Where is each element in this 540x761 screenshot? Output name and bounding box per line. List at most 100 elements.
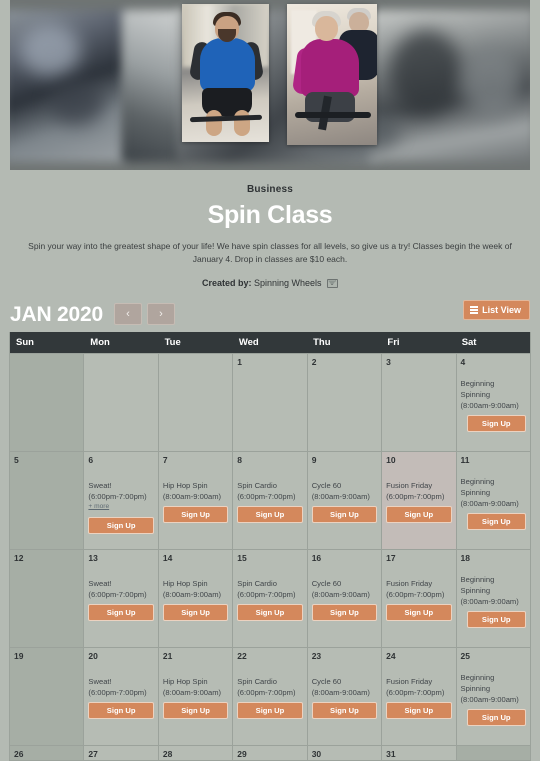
event-intro: Business Spin Class Spin your way into t…: [10, 170, 530, 289]
event-time: (8:00am-9:00am): [460, 499, 519, 509]
event-time: (8:00am-9:00am): [162, 590, 222, 600]
calendar-month-label: JAN 2020: [10, 302, 103, 326]
calendar-day-cell[interactable]: 25 Beginning Spinning (8:00am-9:00am) Sign …: [456, 648, 530, 746]
calendar-day-cell[interactable]: 13 Sweat! (6:00pm-7:00pm) Sign Up: [84, 550, 159, 648]
sign-up-button[interactable]: Sign Up: [237, 702, 303, 720]
more-events-link[interactable]: + more: [88, 502, 153, 513]
envelope-icon[interactable]: [327, 279, 339, 289]
event-name[interactable]: Cycle 60: [312, 676, 377, 687]
sign-up-button[interactable]: Sign Up: [466, 708, 526, 726]
event-name[interactable]: Beginning Spinning: [461, 672, 526, 695]
event-time: (6:00pm-7:00pm): [88, 590, 147, 600]
calendar-day-cell[interactable]: 9 Cycle 60 (8:00am-9:00am) Sign Up: [307, 452, 383, 550]
event-name[interactable]: Hip Hop Spin: [163, 578, 228, 589]
sign-up-button[interactable]: Sign Up: [237, 604, 303, 622]
calendar-day-cell[interactable]: 14 Hip Hop Spin (8:00am-9:00am) Sign Up: [158, 550, 234, 648]
event-name[interactable]: Cycle 60: [312, 480, 377, 491]
event-name[interactable]: Spin Cardio: [237, 480, 302, 491]
next-month-button[interactable]: ›: [146, 303, 175, 326]
sign-up-button[interactable]: Sign Up: [466, 610, 526, 628]
calendar-day-cell[interactable]: 3: [382, 354, 457, 452]
calendar-day-cell[interactable]: 17 Fusion Friday (6:00pm-7:00pm) Sign Up: [382, 550, 457, 648]
calendar-day-cell[interactable]: 27: [84, 746, 159, 761]
calendar-day-cell[interactable]: 28: [158, 746, 234, 761]
sign-up-button[interactable]: Sign Up: [88, 604, 154, 622]
sign-up-button[interactable]: Sign Up: [237, 506, 303, 524]
list-icon: [470, 306, 479, 315]
day-number: 7: [162, 455, 168, 466]
calendar-day-cell[interactable]: [456, 746, 530, 761]
event-name[interactable]: Cycle 60: [312, 578, 377, 589]
event-name[interactable]: Beginning Spinning: [461, 574, 526, 597]
day-number: 3: [386, 357, 391, 368]
calendar-day-cell[interactable]: 15 Spin Cardio (6:00pm-7:00pm) Sign Up: [233, 550, 308, 648]
sign-up-button[interactable]: Sign Up: [311, 702, 378, 720]
calendar-day-cell[interactable]: 4 Beginning Spinning (8:00am-9:00am) Sign U…: [456, 354, 530, 452]
sign-up-button[interactable]: Sign Up: [386, 506, 452, 524]
calendar-day-cell[interactable]: 6 Sweat! (6:00pm-7:00pm) + more Sign Up: [84, 452, 159, 550]
list-view-button[interactable]: List View: [463, 300, 530, 321]
calendar-nav: ‹ ›: [113, 303, 175, 326]
calendar-day-headers: Sun Mon Tue Wed Thu Fri Sat: [10, 332, 530, 354]
prev-month-button[interactable]: ‹: [113, 303, 142, 326]
day-number: 5: [14, 455, 19, 466]
day-header-wed: Wed: [238, 337, 259, 349]
calendar-day-cell[interactable]: [10, 354, 85, 452]
sign-up-button[interactable]: Sign Up: [88, 702, 154, 720]
calendar-day-cell[interactable]: 23 Cycle 60 (8:00am-9:00am) Sign Up: [307, 648, 383, 746]
calendar-day-cell[interactable]: 10 Fusion Friday (6:00pm-7:00pm) Sign Up: [382, 452, 457, 550]
calendar-day-cell[interactable]: 8 Spin Cardio (6:00pm-7:00pm) Sign Up: [233, 452, 308, 550]
calendar-day-cell[interactable]: 24 Fusion Friday (6:00pm-7:00pm) Sign Up: [382, 648, 457, 746]
calendar-day-cell[interactable]: 11 Beginning Spinning (8:00am-9:00am) Sign …: [456, 452, 530, 550]
calendar-day-cell[interactable]: [158, 354, 234, 452]
event-name[interactable]: Fusion Friday: [386, 676, 451, 687]
event-time: (6:00pm-7:00pm): [237, 688, 296, 698]
calendar-day-cell[interactable]: 5: [10, 452, 85, 550]
sign-up-button[interactable]: Sign Up: [88, 516, 154, 534]
created-by: Created by: Spinning Wheels: [10, 278, 530, 289]
day-number: 29: [237, 749, 247, 760]
calendar-day-cell[interactable]: 18 Beginning Spinning (8:00am-9:00am) Sign …: [456, 550, 530, 648]
calendar-day-cell[interactable]: 16 Cycle 60 (8:00am-9:00am) Sign Up: [307, 550, 383, 648]
calendar-day-cell[interactable]: 20 Sweat! (6:00pm-7:00pm) Sign Up: [84, 648, 159, 746]
event-name[interactable]: Hip Hop Spin: [163, 676, 228, 687]
event-name[interactable]: Spin Cardio: [237, 578, 302, 589]
sign-up-button[interactable]: Sign Up: [162, 506, 229, 524]
calendar-day-cell[interactable]: 7 Hip Hop Spin (8:00am-9:00am) Sign Up: [158, 452, 234, 550]
calendar-day-cell[interactable]: 1: [233, 354, 308, 452]
sign-up-button[interactable]: Sign Up: [386, 604, 452, 622]
sign-up-button[interactable]: Sign Up: [162, 702, 229, 720]
event-name[interactable]: Hip Hop Spin: [163, 480, 228, 491]
calendar-event: Fusion Friday (6:00pm-7:00pm) Sign Up: [386, 676, 452, 720]
event-name[interactable]: Sweat!: [88, 578, 153, 589]
sign-up-button[interactable]: Sign Up: [466, 512, 526, 530]
calendar-day-cell[interactable]: 19: [10, 648, 85, 746]
calendar-day-cell[interactable]: 22 Spin Cardio (6:00pm-7:00pm) Sign Up: [233, 648, 308, 746]
event-name[interactable]: Spin Cardio: [237, 676, 302, 687]
event-time: (8:00am-9:00am): [311, 688, 370, 698]
event-name[interactable]: Fusion Friday: [386, 578, 451, 589]
sign-up-button[interactable]: Sign Up: [466, 414, 526, 432]
event-name[interactable]: Sweat!: [88, 480, 153, 491]
calendar-day-cell[interactable]: 2: [307, 354, 383, 452]
event-name[interactable]: Beginning Spinning: [461, 378, 526, 401]
sign-up-button[interactable]: Sign Up: [162, 604, 229, 622]
day-number: 27: [88, 749, 98, 760]
sign-up-button[interactable]: Sign Up: [311, 604, 378, 622]
calendar-toolbar: JAN 2020 ‹ › List View: [10, 300, 530, 326]
event-name[interactable]: Fusion Friday: [386, 480, 451, 491]
day-number: 14: [162, 553, 173, 564]
event-time: (6:00pm-7:00pm): [237, 590, 296, 600]
calendar-day-cell[interactable]: [84, 354, 159, 452]
calendar-day-cell[interactable]: 21 Hip Hop Spin (8:00am-9:00am) Sign Up: [158, 648, 234, 746]
calendar-day-cell[interactable]: 29: [233, 746, 308, 761]
calendar-day-cell[interactable]: 26: [10, 746, 85, 761]
calendar-event: Sweat! (6:00pm-7:00pm) Sign Up: [88, 578, 154, 622]
sign-up-button[interactable]: Sign Up: [386, 702, 452, 720]
calendar-day-cell[interactable]: 30: [307, 746, 383, 761]
event-name[interactable]: Beginning Spinning: [461, 476, 526, 499]
event-name[interactable]: Sweat!: [88, 676, 153, 687]
sign-up-button[interactable]: Sign Up: [311, 506, 378, 524]
calendar-day-cell[interactable]: 31: [382, 746, 457, 761]
calendar-day-cell[interactable]: 12: [10, 550, 85, 648]
